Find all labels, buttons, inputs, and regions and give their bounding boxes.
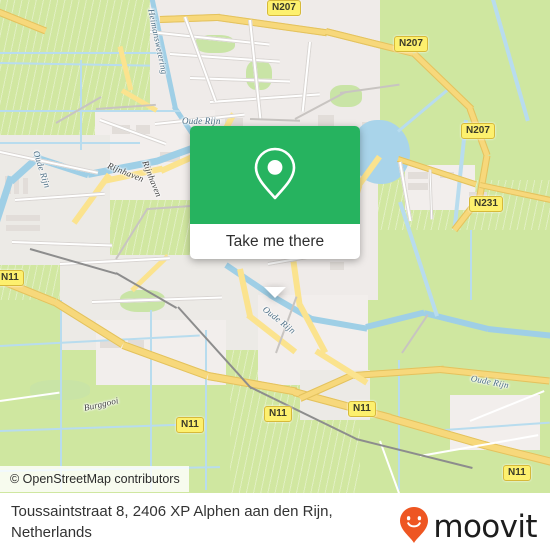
route-shield-n11[interactable]: N11	[176, 417, 204, 433]
ditch	[205, 330, 207, 490]
moovit-pin-smiley-icon	[399, 506, 429, 549]
footer-bar: Toussaintstraat 8, 2406 XP Alphen aan de…	[0, 493, 550, 550]
building	[330, 262, 344, 270]
take-me-there-button[interactable]: Take me there	[226, 233, 324, 251]
popup-card-footer[interactable]: Take me there	[190, 224, 360, 259]
route-shield-n207[interactable]: N207	[394, 36, 428, 52]
building	[23, 178, 28, 194]
route-shield-n11[interactable]: N11	[0, 270, 24, 286]
building	[6, 225, 40, 231]
popup-card-tail	[264, 287, 286, 298]
location-popup-card[interactable]: Take me there	[190, 126, 360, 298]
moovit-wordmark: moovit	[433, 509, 537, 545]
map-page: Heimanswetering Oude Rijn Oude Rijn Rijn…	[0, 0, 550, 550]
popup-card-header	[190, 126, 360, 224]
route-shield-n207[interactable]: N207	[267, 0, 301, 16]
ditch	[150, 310, 152, 490]
ditch	[60, 300, 62, 490]
map-pin-icon	[252, 145, 298, 206]
building	[408, 183, 428, 190]
ditch	[0, 142, 140, 144]
ditch	[0, 52, 160, 54]
ditch	[470, 230, 472, 300]
route-shield-n11[interactable]: N11	[264, 406, 292, 422]
route-shield-n231[interactable]: N231	[469, 196, 503, 212]
osm-attribution[interactable]: © OpenStreetMap contributors	[0, 466, 189, 492]
ditch	[80, 60, 82, 150]
map-canvas[interactable]: Heimanswetering Oude Rijn Oude Rijn Rijn…	[0, 0, 550, 493]
building	[318, 115, 334, 126]
building	[6, 215, 40, 221]
moovit-logo[interactable]: moovit	[399, 506, 538, 549]
building	[408, 172, 428, 179]
route-shield-n11[interactable]: N11	[348, 401, 376, 417]
route-shield-n11[interactable]: N11	[503, 465, 531, 481]
address-text: Toussaintstraat 8, 2406 XP Alphen aan de…	[11, 503, 333, 541]
route-shield-n207[interactable]: N207	[461, 123, 495, 139]
